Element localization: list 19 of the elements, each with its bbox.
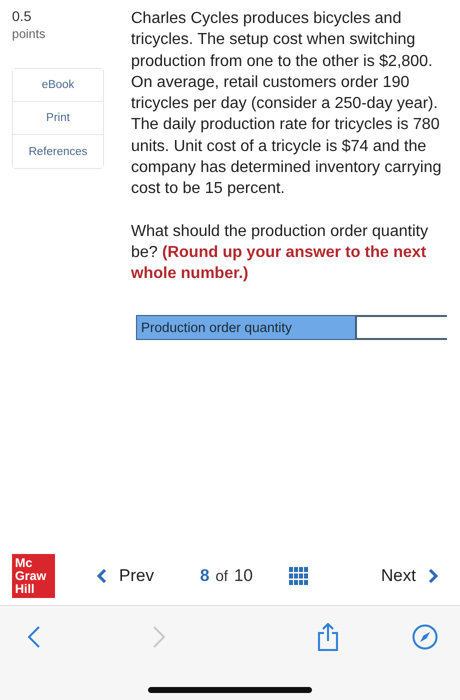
compass-icon[interactable] (412, 624, 438, 650)
share-icon[interactable] (317, 623, 340, 651)
score-unit: points (12, 27, 46, 41)
question-text: What should the production order quantity be? (Round up your answer to the next whole number.) (131, 222, 430, 284)
question-text: Charles Cycles produces bicycles and tricycles. The setup cost when switching production from one to the other is $2,800. On average, retail customers order 190 tricycles per day (consider a 250-day year). The daily production rate for tricycles is 780 units. Unit cost of a tricycle is $74 and the company has determined inventory carrying cost to be 15 percent. (131, 9, 442, 200)
resource-button[interactable]: eBook (13, 69, 103, 102)
back-icon[interactable] (28, 626, 40, 648)
total-questions: 10 (234, 566, 253, 586)
answer-field[interactable] (356, 314, 447, 340)
chevron-left-icon (97, 569, 107, 583)
logo: Mc Graw Hill (12, 554, 55, 598)
chevron-right-icon (428, 569, 438, 583)
next-button[interactable]: Next (381, 566, 438, 586)
answer-label: Production order quantity (136, 314, 356, 340)
grid-icon[interactable] (288, 566, 309, 586)
of-text: of (215, 568, 228, 584)
current-question: 8 (200, 566, 210, 586)
score-value: 0.5 (12, 8, 32, 24)
prev-button[interactable]: Prev (97, 566, 154, 586)
